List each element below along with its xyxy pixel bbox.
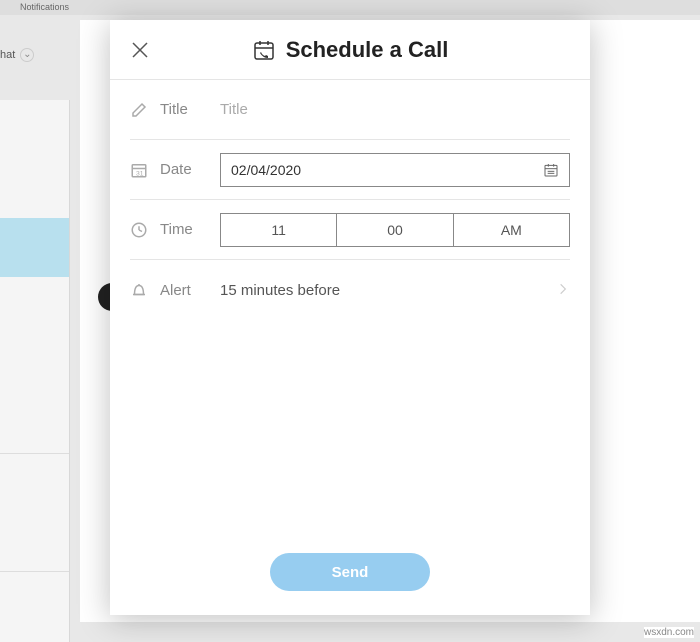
pencil-icon	[130, 101, 148, 119]
title-label: Title	[160, 101, 188, 118]
time-period[interactable]: AM	[454, 214, 569, 246]
svg-text:31: 31	[136, 170, 144, 177]
notifications-label: Notifications	[20, 2, 69, 12]
calendar-icon: 31	[130, 161, 148, 179]
sidebar-item[interactable]	[0, 572, 69, 631]
time-label: Time	[160, 221, 193, 238]
date-label-wrap: 31 Date	[130, 161, 220, 179]
sidebar-item[interactable]	[0, 277, 69, 336]
modal-title: Schedule a Call	[286, 37, 449, 63]
sidebar-item[interactable]	[0, 336, 69, 395]
alert-label: Alert	[160, 282, 191, 299]
date-label: Date	[160, 161, 192, 178]
modal-footer: Send	[110, 535, 590, 615]
time-label-wrap: Time	[130, 221, 220, 239]
title-row: Title	[130, 80, 570, 140]
clock-icon	[130, 221, 148, 239]
sidebar-item-selected[interactable]	[0, 218, 69, 277]
close-icon	[130, 40, 150, 60]
alert-label-wrap: Alert	[130, 281, 220, 299]
modal-header: Schedule a Call	[110, 20, 590, 80]
date-row: 31 Date 02/04/2020	[130, 140, 570, 200]
alert-row[interactable]: Alert 15 minutes before	[130, 260, 570, 320]
close-button[interactable]	[130, 40, 150, 60]
send-button[interactable]: Send	[270, 553, 430, 591]
calendar-phone-icon	[252, 38, 276, 62]
title-content	[220, 101, 570, 119]
modal-body: Title 31 Date 02/04/2020	[110, 80, 590, 535]
sidebar-item[interactable]	[0, 159, 69, 218]
time-picker: 11 00 AM	[220, 213, 570, 247]
title-input[interactable]	[220, 101, 570, 118]
bell-icon	[130, 281, 148, 299]
sidebar-item[interactable]	[0, 100, 69, 159]
chevron-right-icon	[556, 280, 570, 301]
sidebar-item[interactable]	[0, 454, 69, 513]
notifications-bar: Notifications	[0, 0, 700, 15]
sidebar-item[interactable]	[0, 395, 69, 454]
date-value: 02/04/2020	[231, 162, 301, 178]
time-content: 11 00 AM	[220, 213, 570, 247]
sidebar	[0, 100, 70, 642]
calendar-picker-icon	[543, 162, 559, 178]
title-label-wrap: Title	[130, 101, 220, 119]
schedule-call-modal: Schedule a Call Title 31 Date	[110, 20, 590, 615]
time-hour[interactable]: 11	[221, 214, 337, 246]
sidebar-item[interactable]	[0, 513, 69, 572]
date-content: 02/04/2020	[220, 153, 570, 187]
modal-title-wrap: Schedule a Call	[252, 37, 449, 63]
chat-label: hat	[0, 49, 15, 61]
chat-dropdown[interactable]: hat ⌄	[0, 45, 50, 65]
watermark: wsxdn.com	[644, 627, 694, 638]
date-input[interactable]: 02/04/2020	[220, 153, 570, 187]
time-row: Time 11 00 AM	[130, 200, 570, 260]
time-minute[interactable]: 00	[337, 214, 453, 246]
chevron-down-icon: ⌄	[20, 48, 34, 62]
alert-value: 15 minutes before	[220, 282, 556, 299]
